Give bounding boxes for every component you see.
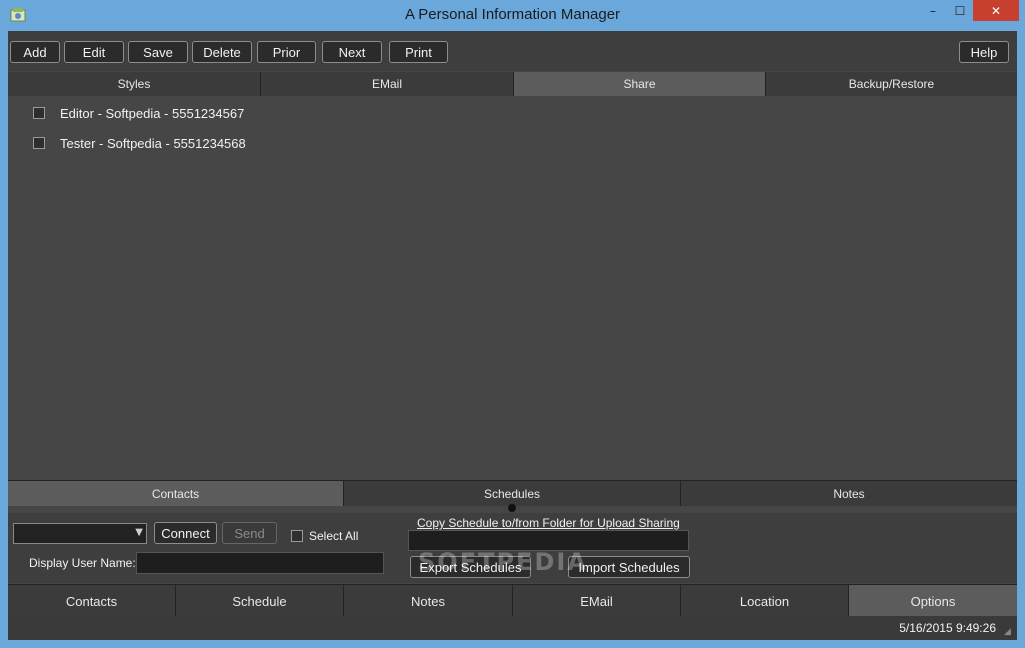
edit-button[interactable]: Edit	[64, 41, 124, 63]
status-bar: 5/16/2015 9:49:26 ◢	[8, 616, 1017, 640]
checkbox[interactable]	[291, 530, 303, 542]
share-type-tab-bar: Contacts Schedules Notes	[8, 480, 1017, 506]
send-button[interactable]: Send	[222, 522, 277, 544]
tab-contacts[interactable]: Contacts	[8, 585, 176, 617]
checkbox[interactable]	[33, 137, 45, 149]
select-all-checkbox[interactable]: Select All	[291, 529, 358, 543]
prior-button[interactable]: Prior	[257, 41, 316, 63]
tab-share-schedules[interactable]: Schedules	[344, 481, 681, 506]
tab-email[interactable]: EMail	[513, 585, 681, 617]
tab-location[interactable]: Location	[681, 585, 849, 617]
watermark: SOFTPEDIA	[418, 548, 588, 576]
connect-button[interactable]: Connect	[154, 522, 217, 544]
select-all-label: Select All	[309, 529, 359, 543]
tab-styles[interactable]: Styles	[8, 72, 261, 96]
list-item[interactable]: Tester - Softpedia - 5551234568	[33, 134, 246, 152]
delete-button[interactable]: Delete	[192, 41, 252, 63]
main-module-tab-bar: Contacts Schedule Notes EMail Location O…	[8, 584, 1017, 617]
tab-share-notes[interactable]: Notes	[681, 481, 1017, 506]
top-tab-bar: Styles EMail Share Backup/Restore	[8, 72, 1017, 96]
display-user-name-input[interactable]	[136, 552, 384, 574]
share-contact-list: Editor - Softpedia - 5551234567 Tester -…	[9, 97, 1016, 479]
list-item[interactable]: Editor - Softpedia - 5551234567	[33, 104, 244, 122]
list-item-label: Tester - Softpedia - 5551234568	[60, 135, 246, 151]
status-datetime: 5/16/2015 9:49:26	[899, 621, 996, 635]
tab-share[interactable]: Share	[514, 72, 766, 96]
title-bar[interactable]: A Personal Information Manager – ☐ ✕	[0, 0, 1025, 31]
next-button[interactable]: Next	[322, 41, 382, 63]
tab-indicator-dot	[508, 504, 516, 512]
add-button[interactable]: Add	[10, 41, 60, 63]
app-window: A Personal Information Manager – ☐ ✕ Add…	[0, 0, 1025, 648]
minimize-button[interactable]: –	[918, 0, 948, 22]
maximize-button[interactable]: ☐	[946, 0, 974, 22]
print-button[interactable]: Print	[389, 41, 448, 63]
resize-grip-icon[interactable]: ◢	[1004, 627, 1014, 637]
connection-combo[interactable]: ▼	[13, 523, 147, 544]
copy-schedule-link[interactable]: Copy Schedule to/from Folder for Upload …	[417, 516, 680, 530]
tab-email[interactable]: EMail	[261, 72, 514, 96]
save-button[interactable]: Save	[128, 41, 188, 63]
tab-backup-restore[interactable]: Backup/Restore	[766, 72, 1017, 96]
close-button[interactable]: ✕	[973, 0, 1019, 21]
list-item-label: Editor - Softpedia - 5551234567	[60, 105, 245, 121]
help-button[interactable]: Help	[959, 41, 1009, 63]
tab-share-contacts[interactable]: Contacts	[8, 481, 344, 506]
chevron-down-icon[interactable]: ▼	[135, 527, 143, 538]
window-title: A Personal Information Manager	[404, 6, 621, 23]
tab-notes[interactable]: Notes	[344, 585, 513, 617]
display-user-name-label: Display User Name:	[29, 556, 136, 570]
toolbar: Add Edit Save Delete Prior Next Print He…	[8, 31, 1017, 71]
tab-options[interactable]: Options	[849, 585, 1017, 617]
checkbox[interactable]	[33, 107, 45, 119]
tab-schedule[interactable]: Schedule	[176, 585, 344, 617]
